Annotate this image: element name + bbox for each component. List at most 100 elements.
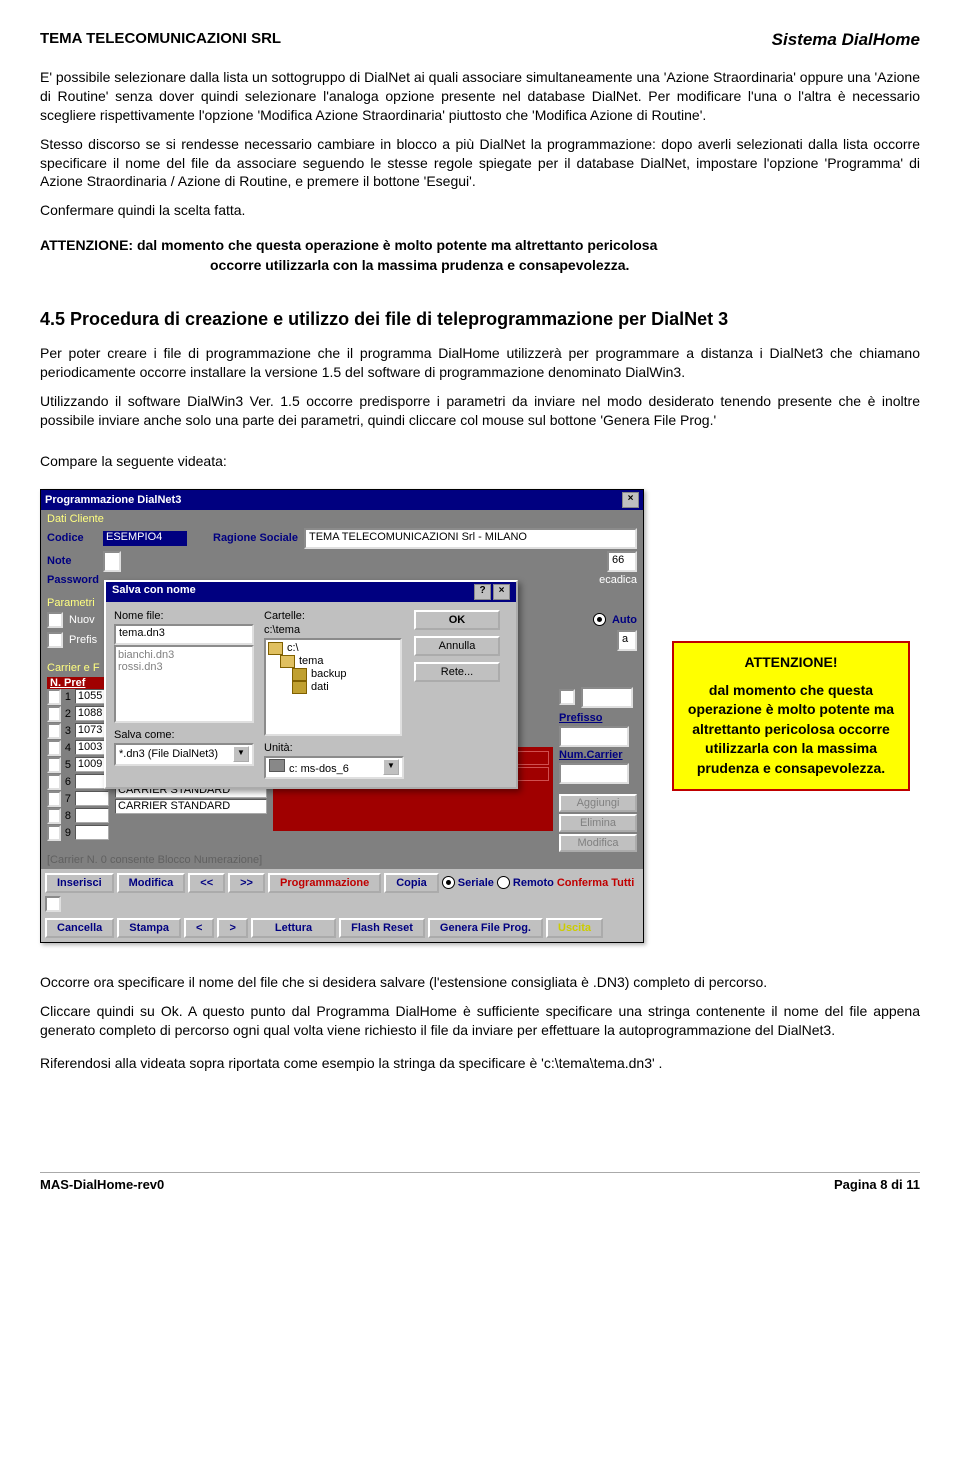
disk-icon <box>269 759 285 772</box>
flash-reset-button[interactable]: Flash Reset <box>339 918 425 938</box>
label-auto: Auto <box>612 614 637 626</box>
folder-icon <box>292 668 307 681</box>
gt-button[interactable]: > <box>217 918 247 938</box>
chk-pref-1[interactable] <box>47 689 61 705</box>
chk-pref-3[interactable] <box>47 723 61 739</box>
field-ragione[interactable]: TEMA TELECOMUNICAZIONI Srl - MILANO <box>304 528 637 549</box>
inserisci-button[interactable]: Inserisci <box>45 873 114 893</box>
folder-icon <box>280 655 295 668</box>
attention-line2: occorre utilizzarla con la massima prude… <box>210 256 920 276</box>
carrier-disabled-note: [Carrier N. 0 consente Blocco Numerazion… <box>47 854 637 866</box>
paragraph-3: Confermare quindi la scelta fatta. <box>40 201 920 220</box>
field-a-trunc[interactable]: a <box>617 630 637 651</box>
chk-pref-6[interactable] <box>47 774 61 790</box>
radio-remoto[interactable] <box>497 876 510 889</box>
header-right: Sistema DialHome <box>772 30 920 50</box>
dialog-titlebar[interactable]: Salva con nome ?× <box>106 582 516 602</box>
label-numcarrier: Num.Carrier <box>559 749 637 761</box>
note-trunc[interactable] <box>103 551 121 572</box>
uscita-button[interactable]: Uscita <box>546 918 603 938</box>
chk-conferma[interactable] <box>45 896 61 912</box>
next-button[interactable]: >> <box>228 873 265 893</box>
attention-block: ATTENZIONE: dal momento che questa opera… <box>40 236 920 275</box>
save-dialog: Salva con nome ?× Nome file: tema.dn3 bi… <box>104 580 518 789</box>
stampa-button[interactable]: Stampa <box>117 918 181 938</box>
header-left: TEMA TELECOMUNICAZIONI SRL <box>40 30 281 50</box>
checkbox-nuov[interactable] <box>47 612 63 628</box>
paragraph-9: Riferendosi alla videata sopra riportata… <box>40 1054 920 1073</box>
filter-combo[interactable]: *.dn3 (File DialNet3)▼ <box>114 743 254 766</box>
label-prefis: Prefis <box>69 634 97 646</box>
label-ragione: Ragione Sociale <box>213 532 298 544</box>
warning-box: ATTENZIONE! dal momento che questa opera… <box>672 641 910 791</box>
chevron-down-icon[interactable]: ▼ <box>383 759 399 775</box>
label-nomefile: Nome file: <box>114 610 254 622</box>
annulla-button[interactable]: Annulla <box>414 636 500 656</box>
programmazione-button[interactable]: Programmazione <box>268 873 381 893</box>
label-codice: Codice <box>47 532 97 544</box>
lt-button[interactable]: < <box>184 918 214 938</box>
field-codice[interactable]: ESEMPIO4 <box>103 531 187 546</box>
radio-auto[interactable] <box>593 613 606 626</box>
folder-icon <box>292 681 307 694</box>
aggiungi-button[interactable]: Aggiungi <box>559 794 637 812</box>
label-nuov: Nuov <box>69 614 95 626</box>
dialog-title: Salva con nome <box>112 584 196 600</box>
label-npref: N. Pref <box>47 677 109 689</box>
modifica-button[interactable]: Modifica <box>117 873 186 893</box>
rete-button[interactable]: Rete... <box>414 662 500 682</box>
cancella-button[interactable]: Cancella <box>45 918 114 938</box>
label-note: Note <box>47 555 97 567</box>
pref-8[interactable] <box>75 808 109 823</box>
modifica-side-button[interactable]: Modifica <box>559 834 637 852</box>
elimina-button[interactable]: Elimina <box>559 814 637 832</box>
folder-listbox[interactable]: c:\ tema backup dati <box>264 638 402 736</box>
carrier-9[interactable]: CARRIER STANDARD <box>115 799 267 814</box>
paragraph-2: Stesso discorso se si rendesse necessari… <box>40 135 920 192</box>
chk-pref-9[interactable] <box>47 825 61 841</box>
label-unita: Unità: <box>264 742 404 754</box>
app-titlebar[interactable]: Programmazione DialNet3 × <box>41 490 643 510</box>
lettura-button[interactable]: Lettura <box>251 918 336 938</box>
drive-combo[interactable]: c: ms-dos_6▼ <box>264 756 404 779</box>
chk-prefisso-side[interactable] <box>559 689 575 705</box>
file-listbox[interactable]: bianchi.dn3 rossi.dn3 <box>114 645 254 723</box>
paragraph-5: Utilizzando il software DialWin3 Ver. 1.… <box>40 392 920 430</box>
filename-input[interactable]: tema.dn3 <box>114 624 254 645</box>
copia-button[interactable]: Copia <box>384 873 439 893</box>
radio-seriale[interactable] <box>442 876 455 889</box>
ok-button[interactable]: OK <box>414 610 500 630</box>
paragraph-4: Per poter creare i file di programmazion… <box>40 344 920 382</box>
chevron-down-icon[interactable]: ▼ <box>233 746 249 762</box>
warning-body: dal momento che questa operazione è molt… <box>686 681 896 779</box>
checkbox-prefis[interactable] <box>47 632 63 648</box>
label-cartelle: Cartelle: <box>264 610 404 622</box>
chk-pref-7[interactable] <box>47 791 61 807</box>
paragraph-6: Compare la seguente videata: <box>40 452 920 471</box>
bottom-toolbar: Inserisci Modifica << >> Programmazione … <box>41 869 643 942</box>
genera-file-button[interactable]: Genera File Prog. <box>428 918 543 938</box>
pref-7[interactable] <box>75 791 109 806</box>
chk-pref-4[interactable] <box>47 740 61 756</box>
section-heading: 4.5 Procedura di creazione e utilizzo de… <box>40 309 920 330</box>
field-trunc1[interactable]: 66 <box>607 551 637 572</box>
page-footer: MAS-DialHome-rev0 Pagina 8 di 11 <box>40 1172 920 1192</box>
client-section-title: Dati Cliente <box>47 513 637 525</box>
label-salvacome: Salva come: <box>114 729 254 741</box>
chk-pref-5[interactable] <box>47 757 61 773</box>
field-trunc2: ecadica <box>599 574 637 586</box>
help-icon[interactable]: ? <box>474 584 491 600</box>
pref-9[interactable] <box>75 825 109 840</box>
close-icon[interactable]: × <box>622 492 639 508</box>
paragraph-7: Occorre ora specificare il nome del file… <box>40 973 920 992</box>
warning-title: ATTENZIONE! <box>686 653 896 673</box>
chk-pref-8[interactable] <box>47 808 61 824</box>
footer-right: Pagina 8 di 11 <box>834 1177 920 1192</box>
footer-left: MAS-DialHome-rev0 <box>40 1177 164 1192</box>
paragraph-1: E' possibile selezionare dalla lista un … <box>40 68 920 125</box>
paragraph-8: Cliccare quindi su Ok. A questo punto da… <box>40 1002 920 1040</box>
prev-button[interactable]: << <box>188 873 225 893</box>
app-window: Programmazione DialNet3 × Dati Cliente C… <box>40 489 644 943</box>
dialog-close-icon[interactable]: × <box>493 584 510 600</box>
chk-pref-2[interactable] <box>47 706 61 722</box>
